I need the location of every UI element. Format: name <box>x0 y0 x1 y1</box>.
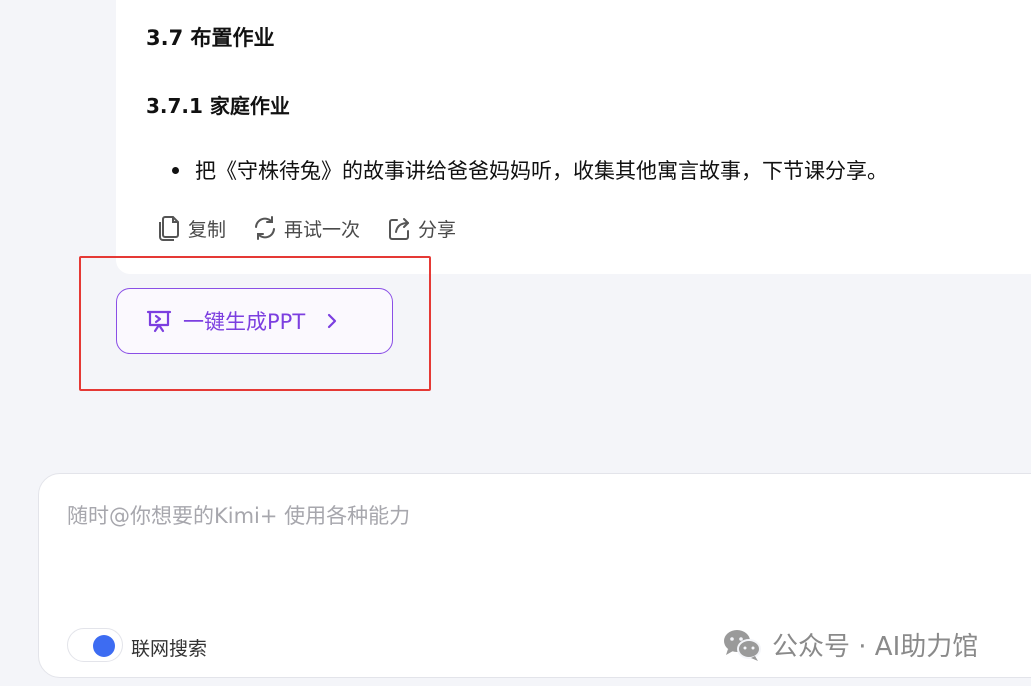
bullet-dot <box>172 166 179 174</box>
section-heading: 3.7 布置作业 <box>146 26 275 50</box>
share-icon <box>389 218 410 240</box>
copy-label: 复制 <box>188 218 227 241</box>
list-item-text: 把《守株待兔》的故事讲给爸爸妈妈听，收集其他寓言故事，下节课分享。 <box>195 159 888 183</box>
answer-card: 3.7 布置作业 3.7.1 家庭作业 把《守株待兔》的故事讲给爸爸妈妈听，收集… <box>116 0 1031 274</box>
watermark: 公众号 · AI助力馆 <box>722 626 978 663</box>
presentation-icon <box>146 310 172 333</box>
chevron-right-icon <box>328 313 337 329</box>
copy-icon <box>159 216 179 241</box>
retry-label: 再试一次 <box>284 218 361 241</box>
toggle-knob <box>93 635 115 657</box>
watermark-text: 公众号 · AI助力馆 <box>772 632 979 662</box>
list-item: 把《守株待兔》的故事讲给爸爸妈妈听，收集其他寓言故事，下节课分享。 <box>172 155 888 185</box>
share-button[interactable]: 分享 <box>386 214 456 242</box>
copy-button[interactable]: 复制 <box>156 214 226 242</box>
subsection-heading: 3.7.1 家庭作业 <box>146 94 290 118</box>
generate-ppt-label: 一键生成PPT <box>183 310 306 334</box>
answer-actions: 复制 再试一次 分享 <box>156 214 482 242</box>
share-label: 分享 <box>418 218 457 241</box>
wechat-icon <box>724 629 761 661</box>
chat-page: 3.7 布置作业 3.7.1 家庭作业 把《守株待兔》的故事讲给爸爸妈妈听，收集… <box>0 0 1031 686</box>
web-search-toggle[interactable] <box>67 628 123 662</box>
web-search-label: 联网搜索 <box>131 638 208 660</box>
retry-button[interactable]: 再试一次 <box>252 214 360 242</box>
refresh-icon <box>255 216 276 240</box>
chat-input[interactable] <box>67 496 967 536</box>
generate-ppt-button[interactable]: 一键生成PPT <box>116 288 393 354</box>
